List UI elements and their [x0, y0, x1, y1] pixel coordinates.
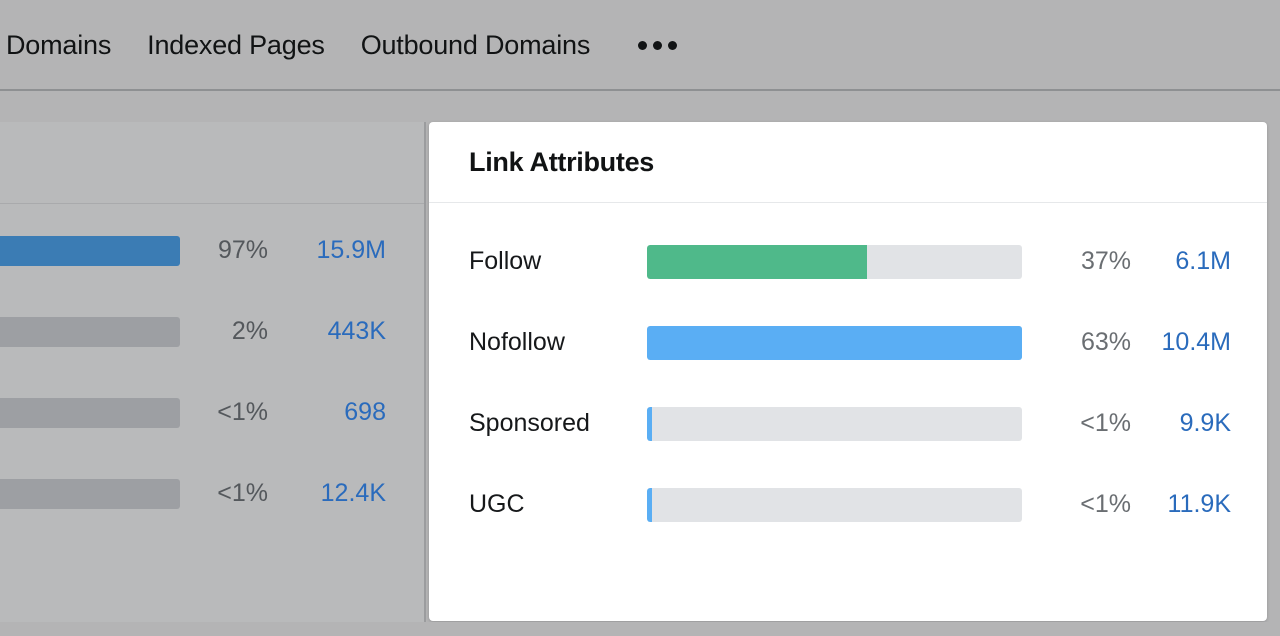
background-row-percent: 97%: [192, 236, 268, 265]
background-row-percent: 2%: [192, 317, 268, 346]
background-panel-rows: 97% 15.9M 2% 443K <1% 698 <1% 12.4K: [0, 204, 424, 534]
attribute-count-link[interactable]: 10.4M: [1141, 328, 1231, 357]
app-screen: Domains Indexed Pages Outbound Domains 9…: [0, 0, 1280, 636]
background-row-value[interactable]: 15.9M: [282, 236, 386, 265]
more-options-icon[interactable]: [638, 41, 677, 50]
link-attributes-card: Link Attributes Follow 37% 6.1M Nofollow…: [429, 122, 1267, 621]
card-header: Link Attributes: [429, 122, 1267, 203]
attribute-count-link[interactable]: 9.9K: [1141, 409, 1231, 438]
tab-outbound-domains[interactable]: Outbound Domains: [361, 30, 590, 61]
card-title: Link Attributes: [469, 147, 654, 178]
dot-1: [638, 41, 647, 50]
background-row-value[interactable]: 443K: [282, 317, 386, 346]
attribute-label: Nofollow: [469, 328, 565, 357]
attribute-label: UGC: [469, 490, 525, 519]
background-row: <1% 698: [0, 372, 424, 453]
attribute-count-link[interactable]: 6.1M: [1141, 247, 1231, 276]
attribute-row-nofollow: Nofollow 63% 10.4M: [429, 302, 1267, 383]
attribute-bar-fill: [647, 326, 1022, 360]
attribute-row-sponsored: Sponsored <1% 9.9K: [429, 383, 1267, 464]
attribute-percent: 63%: [1037, 328, 1131, 357]
nav-divider: [0, 89, 1280, 91]
top-navigation-bar: Domains Indexed Pages Outbound Domains: [0, 0, 1280, 90]
background-bar: [0, 236, 180, 266]
attribute-row-follow: Follow 37% 6.1M: [429, 221, 1267, 302]
tab-indexed-pages[interactable]: Indexed Pages: [147, 30, 325, 61]
background-panel-header: [0, 122, 424, 204]
attribute-percent: <1%: [1037, 490, 1131, 519]
attribute-row-ugc: UGC <1% 11.9K: [429, 464, 1267, 545]
attribute-bar-fill: [647, 407, 652, 441]
attribute-percent: 37%: [1037, 247, 1131, 276]
background-panel: 97% 15.9M 2% 443K <1% 698 <1% 12.4K: [0, 122, 426, 622]
tab-domains[interactable]: Domains: [6, 30, 111, 61]
background-row-value[interactable]: 12.4K: [282, 479, 386, 508]
dot-2: [653, 41, 662, 50]
attribute-bar-track: [647, 407, 1022, 441]
background-bar: [0, 317, 180, 347]
background-bar: [0, 479, 180, 509]
background-row-percent: <1%: [192, 479, 268, 508]
attribute-bar-fill: [647, 245, 867, 279]
link-attributes-chart: Follow 37% 6.1M Nofollow 63% 10.4M Spons…: [429, 203, 1267, 545]
dot-3: [668, 41, 677, 50]
attribute-count-link[interactable]: 11.9K: [1141, 490, 1231, 519]
background-row-value[interactable]: 698: [282, 398, 386, 427]
attribute-label: Follow: [469, 247, 541, 276]
bottom-strip: [0, 622, 1280, 636]
attribute-percent: <1%: [1037, 409, 1131, 438]
background-bar: [0, 398, 180, 428]
attribute-bar-track: [647, 245, 1022, 279]
background-row: 2% 443K: [0, 291, 424, 372]
attribute-label: Sponsored: [469, 409, 590, 438]
attribute-bar-fill: [647, 488, 652, 522]
attribute-bar-track: [647, 488, 1022, 522]
background-row: 97% 15.9M: [0, 210, 424, 291]
background-row-percent: <1%: [192, 398, 268, 427]
background-row: <1% 12.4K: [0, 453, 424, 534]
attribute-bar-track: [647, 326, 1022, 360]
